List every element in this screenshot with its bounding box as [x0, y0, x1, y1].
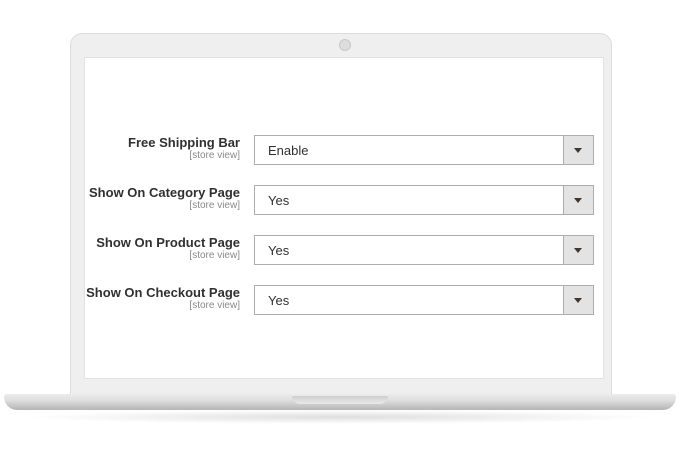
field-label-group: Show On Product Page [store view]: [96, 235, 240, 262]
field-scope: [store view]: [189, 250, 240, 261]
field-row-show-on-product-page: Show On Product Page [store view] Yes: [84, 235, 604, 265]
settings-form: Free Shipping Bar [store view] Enable Sh…: [84, 57, 604, 379]
field-scope: [store view]: [189, 200, 240, 211]
field-row-show-on-checkout-page: Show On Checkout Page [store view] Yes: [84, 285, 604, 315]
field-label: Free Shipping Bar: [128, 135, 240, 150]
chevron-down-icon: [574, 198, 582, 203]
field-row-free-shipping-bar: Free Shipping Bar [store view] Enable: [84, 135, 604, 165]
field-label-group: Show On Category Page [store view]: [89, 185, 240, 212]
field-scope: [store view]: [189, 150, 240, 161]
laptop-notch: [292, 396, 388, 404]
camera-icon: [339, 39, 351, 51]
field-label: Show On Category Page: [89, 185, 240, 200]
select-value: Yes: [268, 293, 290, 308]
laptop-shadow: [20, 410, 660, 424]
dropdown-button[interactable]: [563, 236, 593, 264]
select-value: Yes: [268, 193, 290, 208]
show-on-product-page-select[interactable]: Yes: [254, 235, 594, 265]
field-scope: [store view]: [189, 300, 240, 311]
chevron-down-icon: [574, 298, 582, 303]
chevron-down-icon: [574, 148, 582, 153]
field-label-group: Free Shipping Bar [store view]: [128, 135, 240, 162]
dropdown-button[interactable]: [563, 186, 593, 214]
field-label: Show On Checkout Page: [86, 285, 240, 300]
chevron-down-icon: [574, 248, 582, 253]
field-row-show-on-category-page: Show On Category Page [store view] Yes: [84, 185, 604, 215]
show-on-checkout-page-select[interactable]: Yes: [254, 285, 594, 315]
field-label: Show On Product Page: [96, 235, 240, 250]
select-value: Yes: [268, 243, 290, 258]
dropdown-button[interactable]: [563, 136, 593, 164]
show-on-category-page-select[interactable]: Yes: [254, 185, 594, 215]
dropdown-button[interactable]: [563, 286, 593, 314]
free-shipping-bar-select[interactable]: Enable: [254, 135, 594, 165]
laptop-mockup: Free Shipping Bar [store view] Enable Sh…: [0, 0, 680, 450]
select-value: Enable: [268, 143, 309, 158]
field-label-group: Show On Checkout Page [store view]: [86, 285, 240, 312]
